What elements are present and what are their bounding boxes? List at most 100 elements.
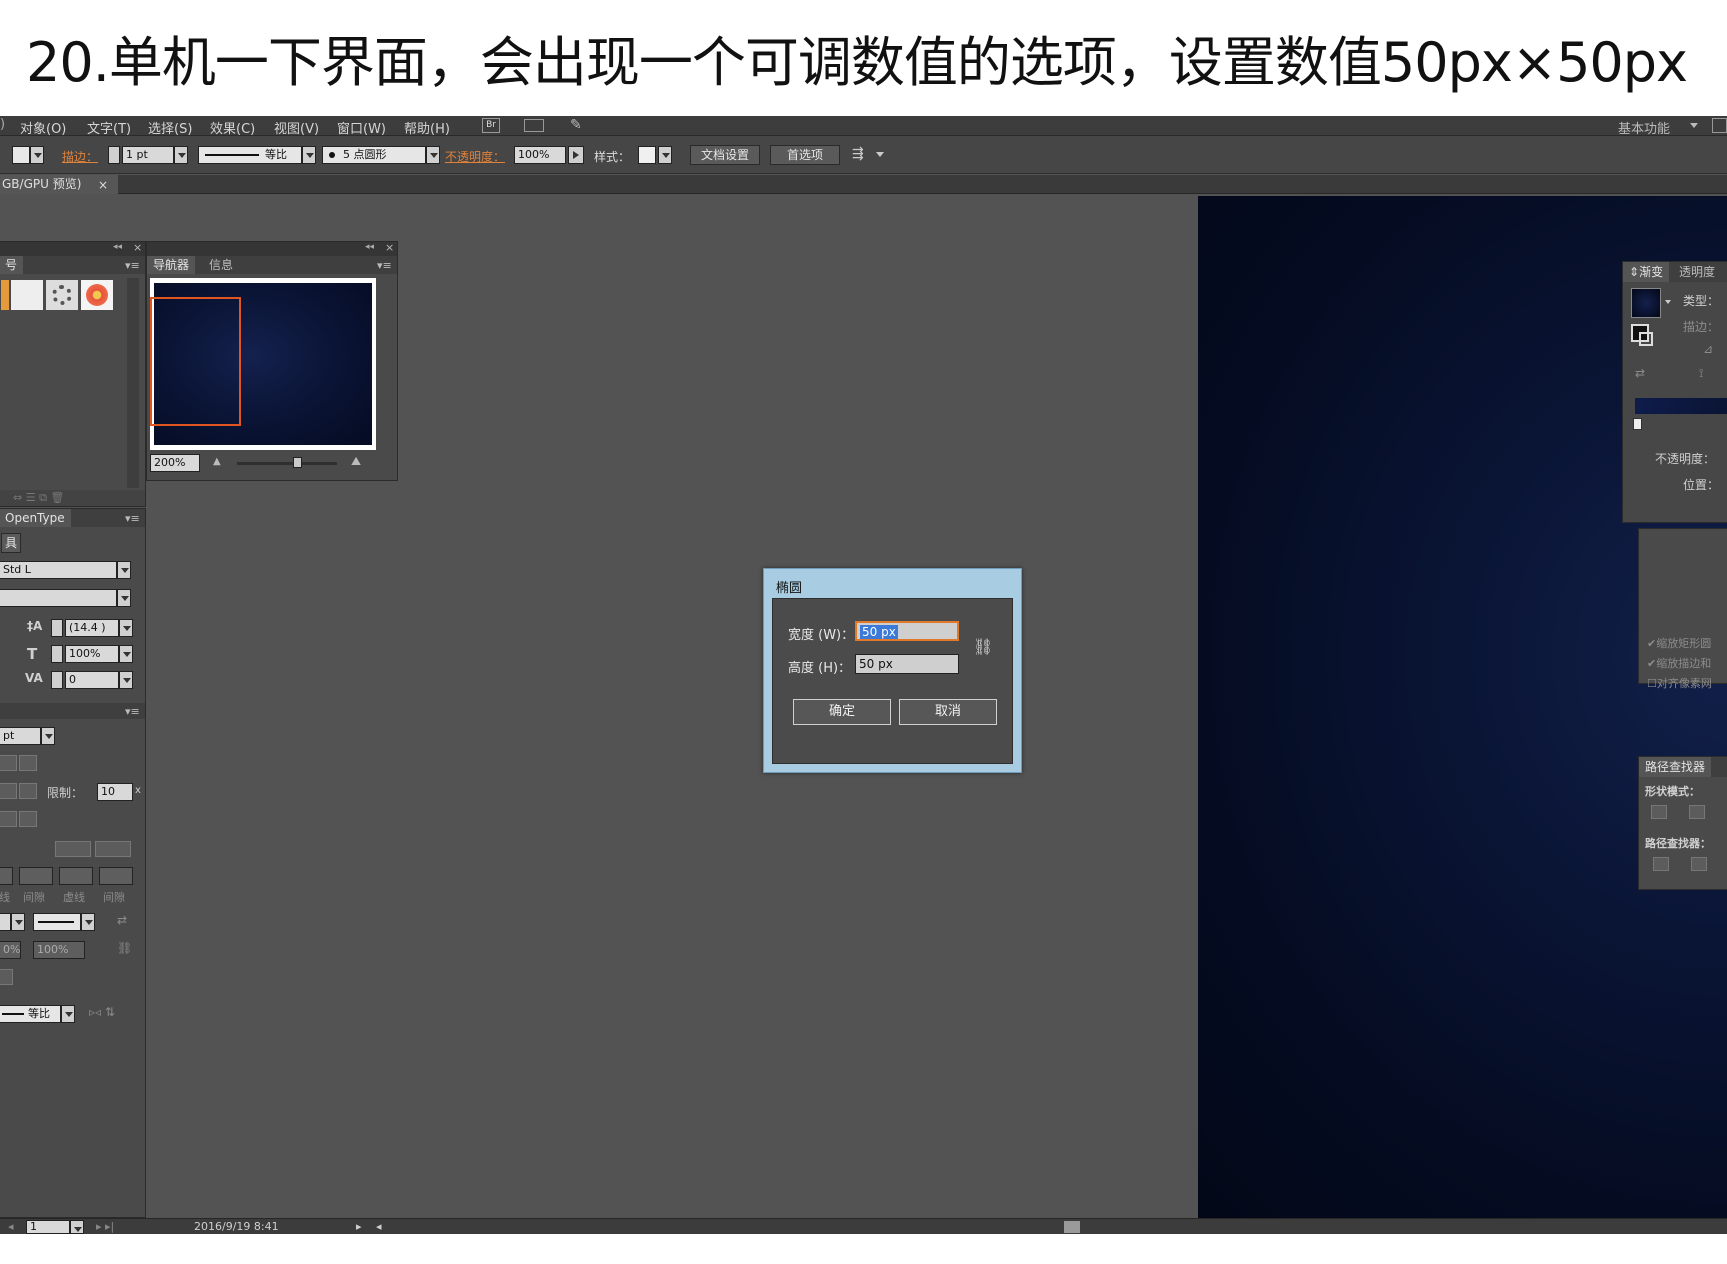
cancel-button[interactable]: 取消 <box>899 699 997 725</box>
first-page-icon[interactable]: ◂ <box>8 1220 14 1233</box>
ok-button[interactable]: 确定 <box>793 699 891 725</box>
panel-menu-icon[interactable]: ▾≡ <box>377 259 392 272</box>
tab-transparency[interactable]: 透明度 <box>1673 262 1721 282</box>
scale-stepper[interactable] <box>51 645 63 663</box>
leading-dropdown[interactable] <box>119 619 133 637</box>
tab-pathfinder[interactable]: 路径查找器 <box>1639 757 1712 777</box>
stroke-profile-dropdown[interactable] <box>302 146 316 164</box>
zoom-in-icon[interactable]: ⛰ <box>351 454 361 469</box>
horizontal-scroll-thumb[interactable] <box>1064 1221 1080 1233</box>
gradient-swatch[interactable] <box>1631 288 1661 318</box>
opacity-field[interactable]: 100% <box>514 146 566 164</box>
symbol-swatch[interactable] <box>11 280 43 310</box>
zoom-slider-track[interactable] <box>237 462 337 465</box>
zoom-slider-thumb[interactable] <box>293 457 302 468</box>
stroke-color-swatch[interactable] <box>12 146 30 164</box>
join-round-icon[interactable] <box>19 783 37 799</box>
place-symbol-icon[interactable]: ⇔ ☰ ⧉ 🗑 <box>13 491 64 505</box>
tab-info[interactable]: 信息 <box>203 256 239 274</box>
tracking-stepper[interactable] <box>51 671 63 689</box>
scroll-left-icon[interactable]: ◂ <box>376 1220 382 1233</box>
close-icon[interactable]: × <box>98 176 108 195</box>
stroke-weight-dropdown[interactable] <box>174 146 188 164</box>
view-rectangle[interactable] <box>150 297 241 426</box>
zoom-out-icon[interactable]: ▲ <box>213 456 221 467</box>
page-dropdown[interactable] <box>70 1220 84 1234</box>
symbol-swatch[interactable] <box>46 280 78 310</box>
swap-arrows-icon[interactable]: ⇄ <box>117 913 127 927</box>
arrow-end-field[interactable] <box>33 913 81 931</box>
graphic-style-dropdown[interactable] <box>658 146 672 164</box>
arrow-scale-field[interactable]: 0% <box>0 941 21 959</box>
stroke-weight-unit-field[interactable]: pt <box>0 727 41 745</box>
arrow-start-dropdown[interactable] <box>11 913 25 931</box>
chevron-down-icon[interactable] <box>876 152 884 157</box>
panel-menu-icon[interactable]: ▾≡ <box>125 259 140 272</box>
tracking-dropdown[interactable] <box>119 671 133 689</box>
opacity-slider-button[interactable] <box>568 146 584 164</box>
vertical-scale-field[interactable]: 100% <box>65 645 119 663</box>
brush-tool-icon[interactable]: ✎ <box>570 117 582 133</box>
leading-stepper[interactable] <box>51 619 63 637</box>
stroke-weight-field[interactable]: 1 pt <box>122 146 174 164</box>
height-field[interactable]: 50 px <box>855 654 959 674</box>
divide-icon[interactable] <box>1653 857 1669 871</box>
chevron-down-icon[interactable] <box>1665 300 1671 304</box>
chevron-down-icon[interactable] <box>1690 123 1698 128</box>
pixel-grid-check[interactable]: ☐对齐像素网 <box>1647 675 1712 691</box>
status-menu-icon[interactable]: ▸ <box>356 1220 362 1233</box>
menu-select[interactable]: 选择(S) <box>148 118 192 137</box>
font-family-dropdown[interactable] <box>117 561 131 579</box>
tab-gradient[interactable]: ⇕渐变 <box>1623 262 1670 282</box>
panel-menu-icon[interactable]: ▾≡ <box>125 705 140 718</box>
trim-icon[interactable] <box>1691 857 1707 871</box>
stroke-label[interactable]: 描边： <box>62 148 98 165</box>
miter-limit-field[interactable]: 10 <box>97 783 133 801</box>
menu-window[interactable]: 窗口(W) <box>337 118 386 137</box>
arrange-documents-icon[interactable] <box>524 119 544 132</box>
window-control-icon[interactable] <box>1712 118 1727 133</box>
leading-field[interactable]: (14.4 ) <box>65 619 119 637</box>
align-inside-icon[interactable] <box>19 811 37 827</box>
cap-butt-icon[interactable] <box>0 755 17 771</box>
minus-front-icon[interactable] <box>1689 805 1705 819</box>
gradient-stop[interactable] <box>1633 418 1642 430</box>
width-field[interactable]: 50 px <box>855 621 959 641</box>
menu-effect[interactable]: 效果(C) <box>210 118 255 137</box>
workspace-switcher[interactable]: 基本功能 <box>1618 118 1670 137</box>
align-menu-icon[interactable]: ⇶ <box>852 146 864 162</box>
brush-dropdown[interactable] <box>426 146 440 164</box>
arrow-align-icon[interactable] <box>0 969 13 985</box>
menu-view[interactable]: 视图(V) <box>274 118 319 137</box>
arrow-scale-field[interactable]: 100% <box>33 941 85 959</box>
document-tab[interactable]: GB/GPU 预览) × <box>0 175 118 194</box>
collapse-icon[interactable]: ◂◂ <box>113 242 122 252</box>
scale-strokes-check[interactable]: ✔缩放描边和 <box>1647 655 1711 671</box>
symbol-swatch[interactable] <box>1 280 9 310</box>
dash-corners-icon[interactable] <box>95 841 131 857</box>
menu-object[interactable]: 对象(O) <box>20 118 66 137</box>
arrow-end-dropdown[interactable] <box>81 913 95 931</box>
document-setup-button[interactable]: 文档设置 <box>690 145 760 165</box>
close-icon[interactable]: × <box>133 241 142 254</box>
cap-round-icon[interactable] <box>19 755 37 771</box>
scale-corners-check[interactable]: ✔缩放矩形圆 <box>1647 635 1711 651</box>
gap-field[interactable] <box>19 867 53 885</box>
dash-field[interactable] <box>0 867 13 885</box>
dash-field[interactable] <box>59 867 93 885</box>
flip-icon[interactable]: ▹◃ ⇅ <box>89 1005 115 1019</box>
font-style-dropdown[interactable] <box>117 589 131 607</box>
menu-type[interactable]: 文字(T) <box>87 118 131 137</box>
aspect-ratio-icon[interactable]: ⟟ <box>1699 366 1703 381</box>
profile-field[interactable]: 等比 <box>0 1005 61 1023</box>
opacity-label[interactable]: 不透明度： <box>445 148 505 165</box>
brush-field[interactable]: 5 点圆形 <box>322 146 426 164</box>
profile-dropdown[interactable] <box>61 1005 75 1023</box>
collapse-icon[interactable]: ◂◂ <box>365 242 374 252</box>
close-icon[interactable]: × <box>385 241 394 254</box>
join-miter-icon[interactable] <box>0 783 17 799</box>
constrain-proportions-icon[interactable]: ⛓ <box>973 637 993 656</box>
page-number-field[interactable]: 1 <box>26 1220 70 1234</box>
preferences-button[interactable]: 首选项 <box>770 145 840 165</box>
tracking-field[interactable]: 0 <box>65 671 119 689</box>
